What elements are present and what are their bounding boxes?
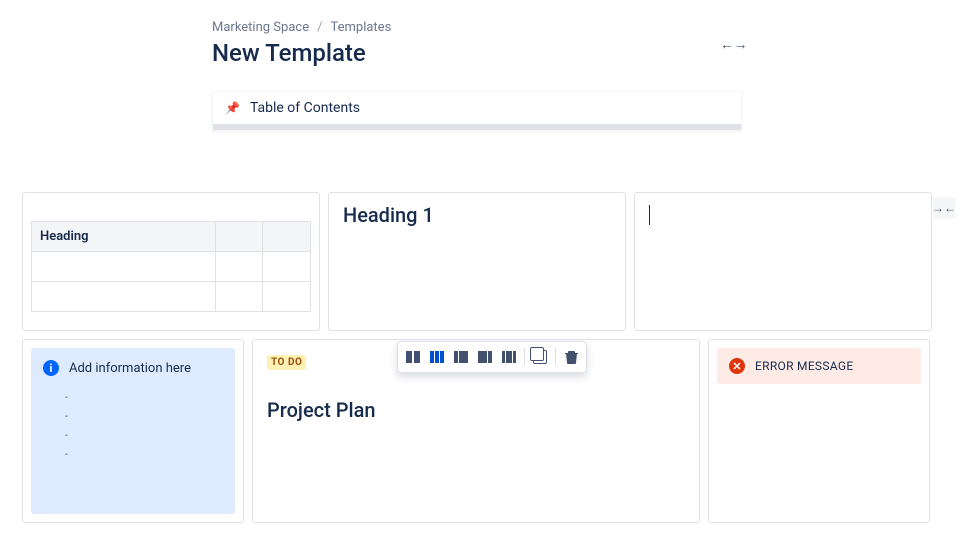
- expand-width-icon[interactable]: ← →: [720, 36, 745, 53]
- error-icon: ✕: [729, 358, 745, 374]
- layout-cell-table[interactable]: Heading: [22, 192, 320, 331]
- breadcrumb-section[interactable]: Templates: [330, 20, 391, 35]
- text-cursor: [649, 205, 650, 225]
- breadcrumb: Marketing Space / Templates: [212, 20, 960, 35]
- table-cell[interactable]: [32, 282, 216, 312]
- project-heading[interactable]: Project Plan: [267, 398, 685, 422]
- breadcrumb-space[interactable]: Marketing Space: [212, 20, 309, 35]
- copy-button[interactable]: [529, 346, 551, 368]
- pin-icon: 📌: [225, 101, 240, 115]
- delete-button[interactable]: [560, 346, 582, 368]
- info-bullet[interactable]: -: [43, 445, 223, 464]
- layout-two-equal-button[interactable]: [402, 346, 424, 368]
- table-cell[interactable]: [215, 282, 263, 312]
- status-lozenge[interactable]: TO DO: [267, 355, 306, 370]
- info-panel[interactable]: i Add information here - - - -: [31, 348, 235, 514]
- layout-cell-empty[interactable]: →←: [634, 192, 932, 331]
- layout-three-sidebars-button[interactable]: [498, 346, 520, 368]
- table-header-cell[interactable]: [215, 222, 263, 252]
- table-cell[interactable]: [32, 252, 216, 282]
- info-bullet[interactable]: -: [43, 388, 223, 407]
- info-panel-text[interactable]: Add information here: [69, 361, 191, 376]
- layout-cell-info[interactable]: i Add information here - - - -: [22, 339, 244, 523]
- page-title[interactable]: New Template: [212, 39, 960, 67]
- toolbar-separator: [524, 348, 525, 366]
- trash-icon: [565, 350, 578, 364]
- info-bullet[interactable]: -: [43, 407, 223, 426]
- table-cell[interactable]: [215, 252, 263, 282]
- copy-icon: [533, 350, 547, 364]
- layout-right-sidebar-button[interactable]: [474, 346, 496, 368]
- table-cell[interactable]: [263, 282, 311, 312]
- layout-cell-error[interactable]: ✕ ERROR MESSAGE: [708, 339, 930, 523]
- layout-left-sidebar-button[interactable]: [450, 346, 472, 368]
- layout-toolbar: [397, 341, 587, 373]
- toc-placeholder-bar: [213, 124, 741, 130]
- table-heading-cell[interactable]: Heading: [32, 222, 216, 252]
- layout-cell-heading[interactable]: Heading 1: [328, 192, 626, 331]
- content-table[interactable]: Heading: [31, 221, 311, 312]
- info-icon: i: [43, 360, 59, 376]
- table-cell[interactable]: [263, 252, 311, 282]
- breadcrumb-separator: /: [317, 20, 322, 35]
- toc-label: Table of Contents: [250, 100, 360, 116]
- toolbar-separator: [555, 348, 556, 366]
- error-panel-text[interactable]: ERROR MESSAGE: [755, 359, 853, 373]
- layout-three-equal-button[interactable]: [426, 346, 448, 368]
- error-panel[interactable]: ✕ ERROR MESSAGE: [717, 348, 921, 384]
- collapse-width-button[interactable]: →←: [933, 197, 955, 219]
- table-header-cell[interactable]: [263, 222, 311, 252]
- info-bullet[interactable]: -: [43, 426, 223, 445]
- toc-block[interactable]: 📌 Table of Contents: [212, 91, 742, 130]
- heading-1[interactable]: Heading 1: [343, 203, 611, 227]
